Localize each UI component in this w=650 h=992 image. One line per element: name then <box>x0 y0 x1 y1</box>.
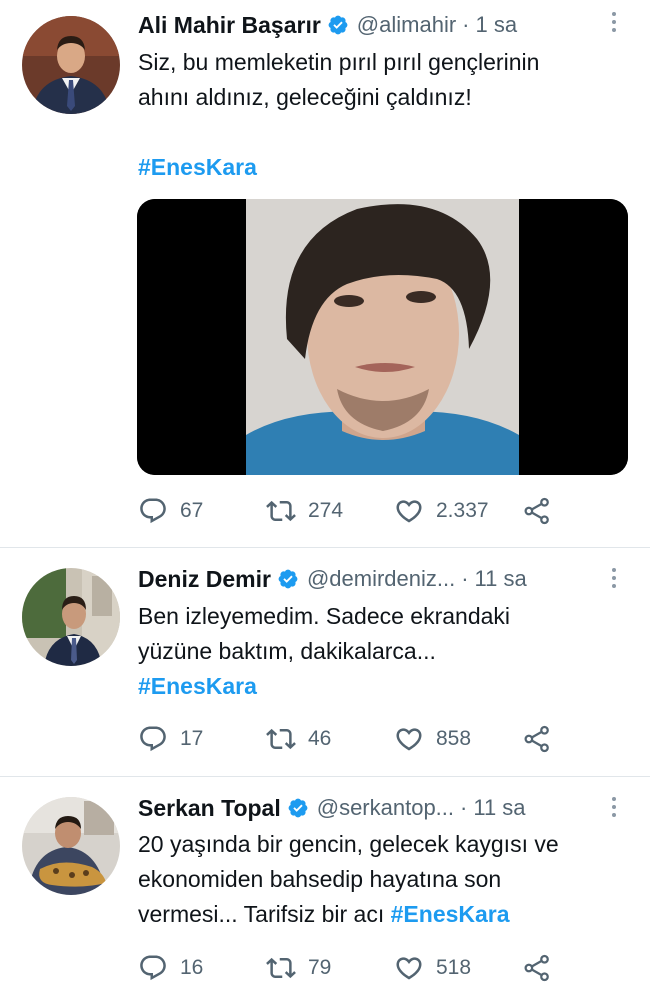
like-button[interactable]: 518 <box>394 953 471 983</box>
tweet-header: Serkan Topal @serkantop... · 11 sa <box>138 792 526 824</box>
like-count: 518 <box>436 956 472 979</box>
reply-icon <box>140 955 166 981</box>
like-count: 2.337 <box>436 499 489 522</box>
text-line: vermesi... Tarifsiz bir acı #EnesKara <box>138 897 638 932</box>
video-frame <box>137 199 628 475</box>
author-handle[interactable]: @serkantop... <box>317 795 454 821</box>
text-line: 20 yaşında bir gencin, gelecek kaygısı v… <box>138 831 559 857</box>
share-icon <box>524 725 549 753</box>
share-button[interactable] <box>522 953 552 983</box>
text-fragment: vermesi... Tarifsiz bir acı <box>138 901 385 927</box>
like-icon <box>396 728 422 751</box>
avatar[interactable] <box>22 568 120 666</box>
tweet-header: Ali Mahir Başarır @alimahir · 1 sa <box>138 9 517 41</box>
text-line: Ben izleyemedim. Sadece ekrandaki <box>138 603 511 629</box>
retweet-icon <box>266 728 296 750</box>
text-line: Siz, bu memleketin pırıl pırıl gençlerin… <box>138 49 540 75</box>
retweet-count: 46 <box>308 727 332 750</box>
like-icon <box>396 500 422 523</box>
author-name[interactable]: Ali Mahir Başarır <box>138 12 321 39</box>
more-options-icon[interactable] <box>610 797 618 821</box>
share-icon <box>524 497 549 525</box>
retweet-count: 274 <box>308 499 344 522</box>
author-handle[interactable]: @demirdeniz... <box>307 566 455 592</box>
tweet-text: Ben izleyemedim. Sadece ekrandaki yüzüne… <box>138 599 638 704</box>
tweet-actions: 16 79 518 <box>138 953 618 983</box>
tweet-1[interactable]: Ali Mahir Başarır @alimahir · 1 sa Siz, … <box>0 0 650 548</box>
separator-dot: · <box>462 12 470 37</box>
retweet-button[interactable]: 79 <box>266 953 331 983</box>
retweet-icon <box>266 957 296 979</box>
reply-button[interactable]: 17 <box>138 724 203 754</box>
reply-icon <box>140 498 166 524</box>
more-options-icon[interactable] <box>610 568 618 592</box>
video-thumbnail[interactable] <box>137 199 628 475</box>
reply-count: 67 <box>180 499 204 522</box>
like-button[interactable]: 858 <box>394 724 471 754</box>
verified-badge-icon <box>328 15 348 35</box>
separator-dot: · <box>460 795 468 820</box>
separator-dot: · <box>461 566 469 591</box>
tweet-actions: 17 46 858 <box>138 724 618 754</box>
retweet-button[interactable]: 46 <box>266 724 331 754</box>
author-handle[interactable]: @alimahir <box>357 12 456 38</box>
retweet-button[interactable]: 274 <box>266 496 343 526</box>
author-name[interactable]: Deniz Demir <box>138 566 271 593</box>
tweet-header: Deniz Demir @demirdeniz... · 11 sa <box>138 563 527 595</box>
avatar[interactable] <box>22 797 120 895</box>
reply-count: 16 <box>180 956 204 979</box>
tweet-text: Siz, bu memleketin pırıl pırıl gençlerin… <box>138 45 638 185</box>
like-count: 858 <box>436 727 472 750</box>
retweet-icon <box>266 500 296 522</box>
tweet-3[interactable]: Serkan Topal @serkantop... · 11 sa 20 ya… <box>0 777 650 992</box>
tweet-2[interactable]: Deniz Demir @demirdeniz... · 11 sa Ben i… <box>0 548 650 776</box>
retweet-count: 79 <box>308 956 332 979</box>
timestamp[interactable]: 11 sa <box>475 566 527 592</box>
tweet-actions: 67 274 2.337 <box>138 496 618 526</box>
more-options-icon[interactable] <box>610 12 618 36</box>
tweet-text: 20 yaşında bir gencin, gelecek kaygısı v… <box>138 827 638 932</box>
hashtag-link[interactable]: #EnesKara <box>138 669 638 704</box>
share-button[interactable] <box>522 496 552 526</box>
reply-icon <box>140 726 166 752</box>
timestamp[interactable]: 11 sa <box>473 795 525 821</box>
hashtag-link[interactable]: #EnesKara <box>138 150 638 185</box>
timestamp[interactable]: 1 sa <box>475 12 517 38</box>
hashtag-link[interactable]: #EnesKara <box>391 901 510 927</box>
share-icon <box>524 954 549 982</box>
like-icon <box>396 957 422 980</box>
text-line: yüzüne baktım, dakikalarca... <box>138 638 436 664</box>
reply-count: 17 <box>180 727 204 750</box>
like-button[interactable]: 2.337 <box>394 496 489 526</box>
verified-badge-icon <box>288 798 308 818</box>
reply-button[interactable]: 67 <box>138 496 203 526</box>
author-name[interactable]: Serkan Topal <box>138 795 281 822</box>
avatar[interactable] <box>22 16 120 114</box>
verified-badge-icon <box>278 569 298 589</box>
text-line: ekonomiden bahsedip hayatına son <box>138 866 502 892</box>
reply-button[interactable]: 16 <box>138 953 203 983</box>
share-button[interactable] <box>522 724 552 754</box>
text-line: ahını aldınız, geleceğini çaldınız! <box>138 84 472 110</box>
